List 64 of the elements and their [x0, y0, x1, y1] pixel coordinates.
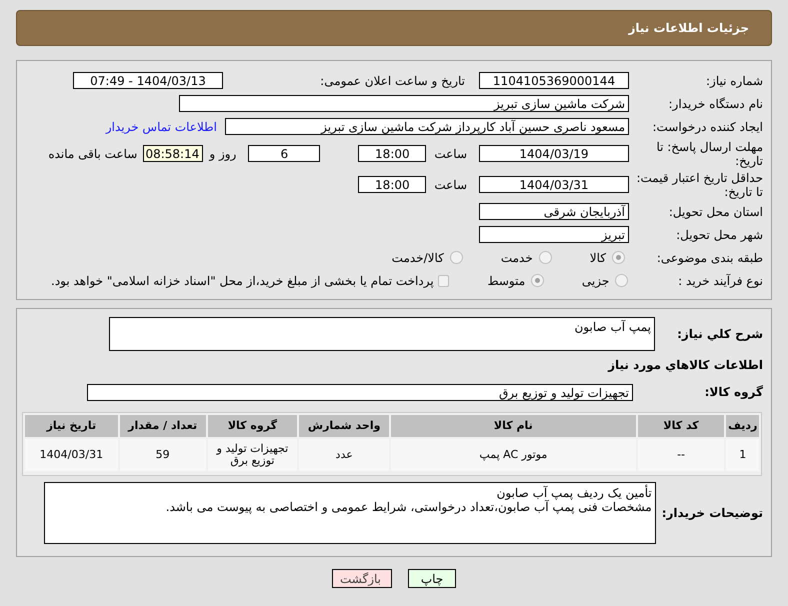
radio-label: کالا/خدمت [392, 250, 444, 264]
field-label: ساعت باقی مانده [48, 146, 138, 160]
buyer-org-field: شرکت ماشین سازی تبریز [179, 95, 629, 112]
city-field: تبریز [479, 226, 629, 243]
radio-button[interactable] [612, 251, 625, 264]
print-button[interactable]: چاپ [408, 569, 456, 588]
date-field: 1404/03/31 [479, 176, 629, 193]
radio-label: جزیی [582, 274, 610, 288]
field-label: استان محل تحویل: [668, 204, 763, 218]
radio-button[interactable] [450, 251, 463, 264]
field-label: شهر محل تحویل: [675, 228, 763, 242]
column-header: نام کالا [391, 415, 636, 437]
section-title: اطلاعات کالاهاي مورد نياز [608, 358, 763, 372]
field-label: نوع فرآیند خرید : [677, 274, 763, 288]
field-label: گروه کالا: [704, 385, 763, 399]
field-label: ایجاد کننده درخواست: [651, 120, 763, 134]
table-cell: تجهیزات تولید و توزیع برق [208, 439, 298, 471]
column-header: تاریخ نیاز [25, 415, 118, 437]
field-label: ساعت [434, 146, 467, 160]
field-label: شرح کلي نياز: [676, 327, 763, 341]
back-button[interactable]: بازگشت [332, 569, 392, 588]
table-cell: 59 [120, 439, 206, 471]
field-label: شماره نیاز: [705, 74, 763, 88]
field-label: ساعت [434, 178, 467, 192]
time-field: 18:00 [358, 176, 426, 193]
radio-label: خدمت [500, 250, 533, 264]
radio-button[interactable] [531, 274, 544, 287]
table-cell: موتور AC پمپ [391, 439, 636, 471]
column-header: ردیف [726, 415, 759, 437]
column-header: تعداد / مقدار [120, 415, 206, 437]
announce-date-field: 1404/03/13 - 07:49 [73, 72, 223, 89]
table-cell: 1404/03/31 [25, 439, 118, 471]
contact-link[interactable]: اطلاعات تماس خریدار [106, 120, 217, 134]
description-field: پمپ آب صابون [109, 317, 655, 351]
days-field: 6 [248, 145, 320, 162]
page-title: جزئیات اطلاعات نیاز [628, 21, 749, 35]
note-line: مشخصات فنی پمپ آب صابون،تعداد درخواستی، شرایط عمومی و اختصاصی به پیوست می باشد. [164, 500, 652, 514]
need-number-field: 1104105369000144 [479, 72, 629, 89]
radio-label: کالا [590, 250, 606, 264]
table-cell: -- [638, 439, 724, 471]
table-cell: عدد [299, 439, 390, 471]
date-field: 1404/03/19 [479, 145, 629, 162]
remaining-time-field: 08:58:14 [143, 145, 204, 162]
note-line: تأمین یک ردیف پمپ آب صابون [496, 486, 652, 500]
field-label: طبقه بندی موضوعی: [656, 250, 763, 264]
field-label: مهلت ارسال پاسخ: تا تاریخ: [655, 140, 763, 168]
field-label: روز و [209, 146, 236, 160]
radio-button[interactable] [615, 274, 628, 287]
goods-group-field: تجهیزات تولید و توزیع برق [87, 384, 633, 400]
checkbox-label: پرداخت تمام یا بخشی از مبلغ خرید،از محل "اسناد خزانه اسلامی" خواهد بود. [51, 274, 434, 288]
checkbox[interactable] [438, 274, 450, 286]
radio-label: متوسط [487, 274, 526, 288]
column-header: گروه کالا [208, 415, 298, 437]
field-label: تاریخ و ساعت اعلان عمومی: [319, 74, 465, 88]
radio-button[interactable] [538, 251, 552, 264]
table-cell: 1 [726, 439, 759, 471]
time-field: 18:00 [358, 145, 426, 162]
requester-field: مسعود ناصری حسین آباد کارپرداز شرکت ماشین سازی تبریز [225, 118, 629, 135]
column-header: واحد شمارش [299, 415, 390, 437]
field-label: نام دستگاه خریدار: [668, 96, 763, 110]
column-header: کد کالا [638, 415, 724, 437]
field-label: حداقل تاریخ اعتبار قیمت: تا تاریخ: [635, 170, 763, 198]
field-label: توضیحات خریدار: [662, 506, 763, 520]
province-field: آذربایجان شرقی [479, 203, 629, 220]
